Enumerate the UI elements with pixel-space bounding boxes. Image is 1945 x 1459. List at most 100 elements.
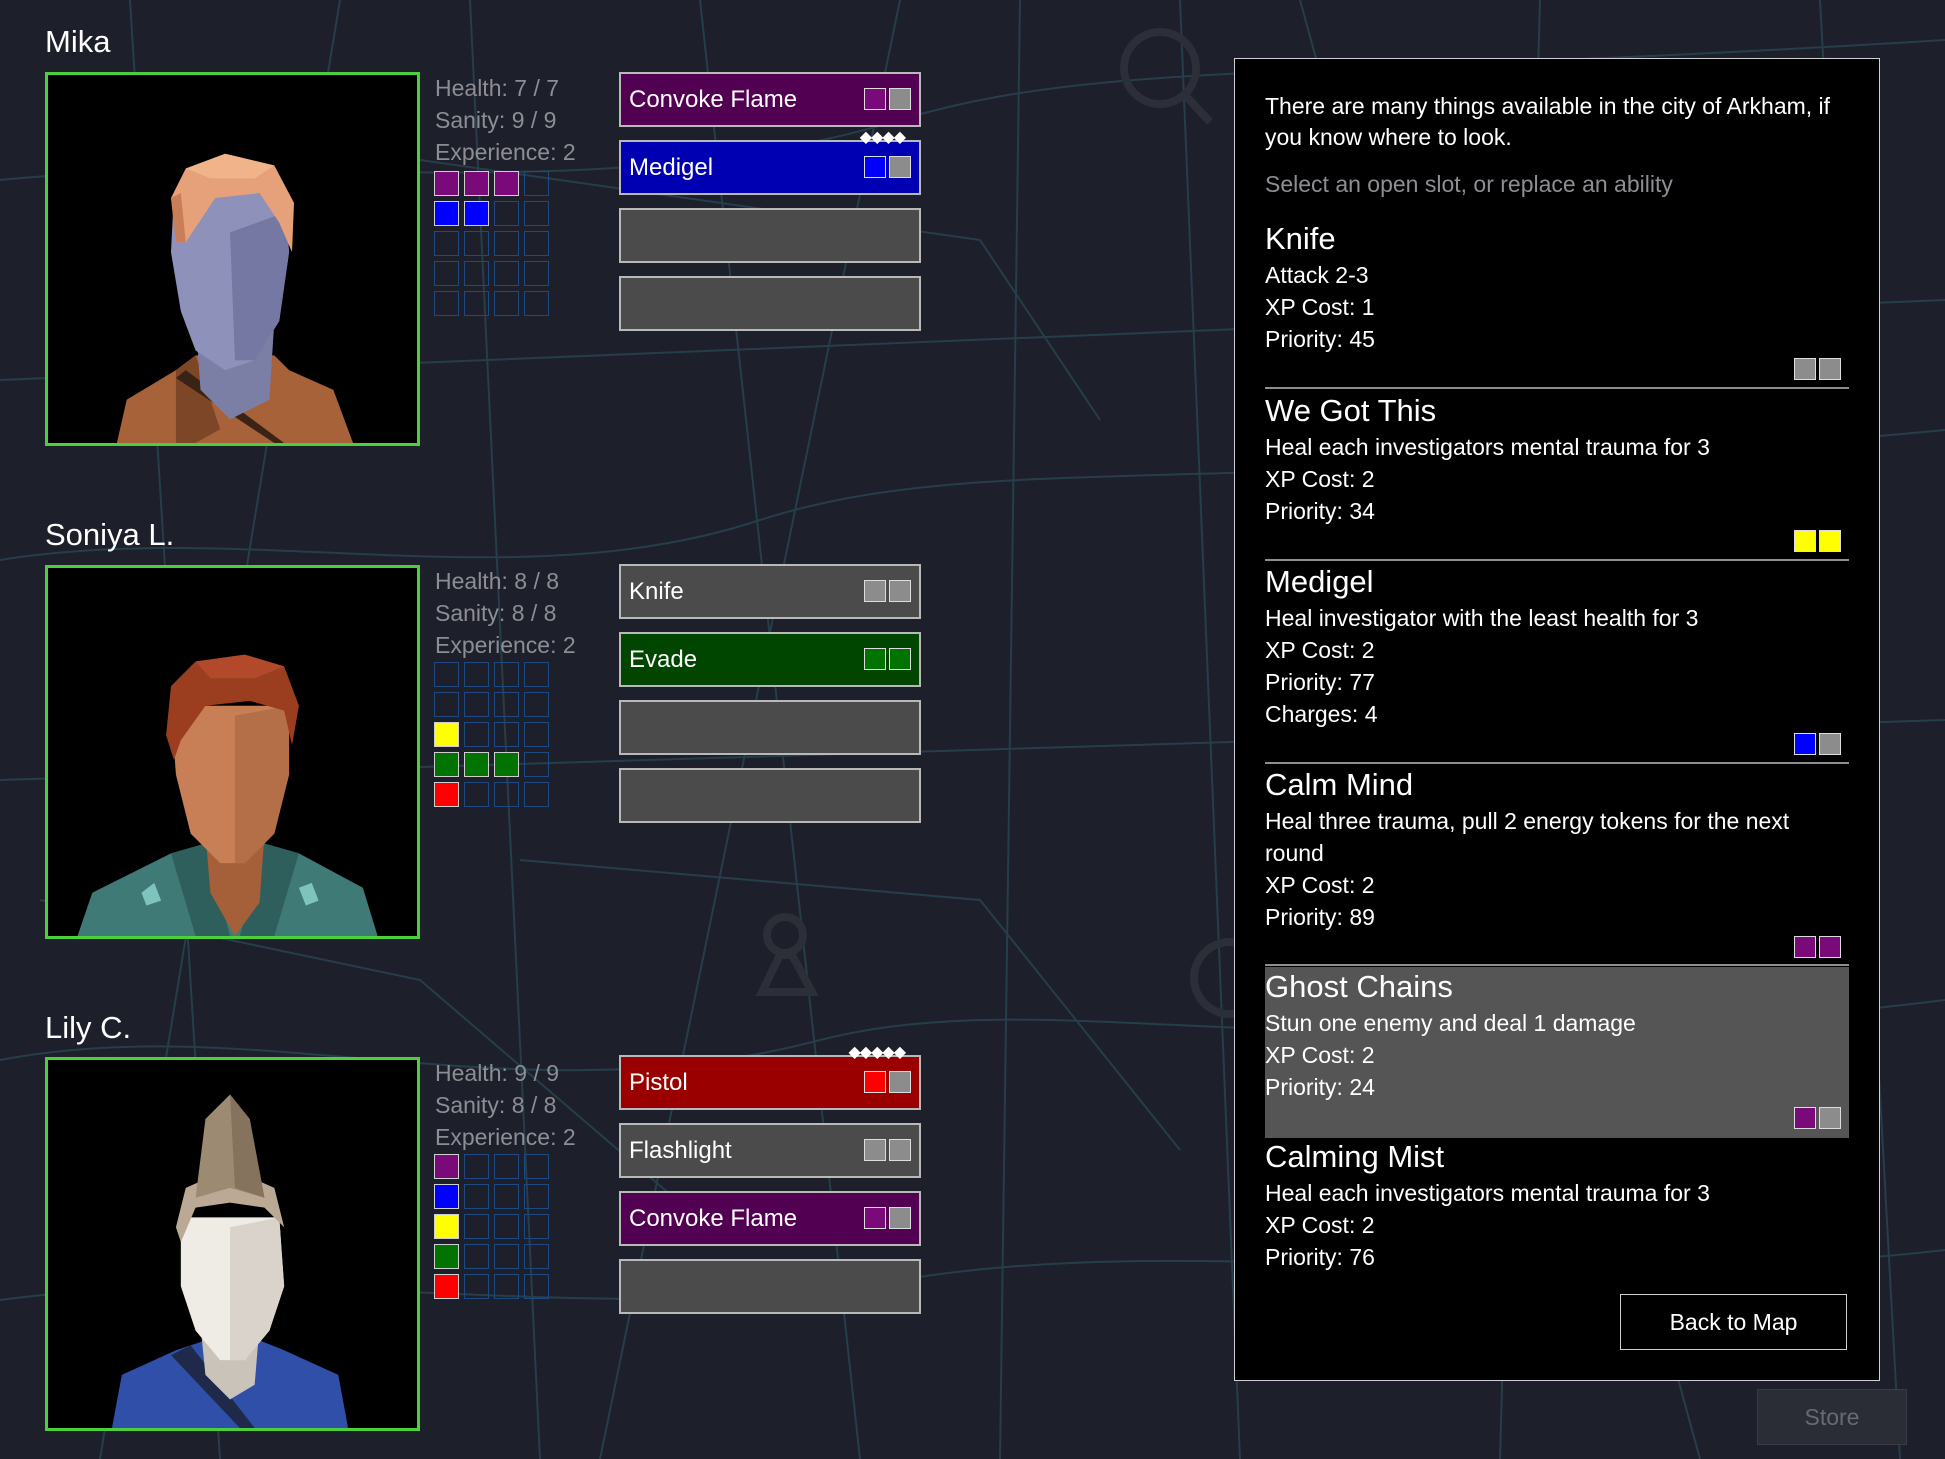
store-offer[interactable]: Calming Mist Heal each investigators ment… [1265,1137,1849,1277]
ability-slot[interactable]: Medigel ◆◆◆◆ [619,130,921,195]
store-offer[interactable]: We Got This Heal each investigators menta… [1265,391,1849,561]
offer-detail: XP Cost: 2 [1265,872,1375,898]
ability-label: Convoke Flame [629,1205,798,1232]
energy-slot-empty [494,722,519,747]
ability-slot-empty[interactable] [619,276,921,331]
investigator-stats: Health: 8 / 8 Sanity: 8 / 8 Experience: … [435,565,576,661]
energy-slot-empty [434,231,459,256]
sanity-stat: Sanity: 8 / 8 [435,600,557,626]
energy-slot-empty [494,782,519,807]
energy-token-grid [434,662,549,807]
offer-detail: Attack 2-3 [1265,262,1369,288]
energy-slot-empty [494,1154,519,1179]
energy-cost [864,1207,911,1229]
store-offer[interactable]: Knife Attack 2-3 XP Cost: 1 Priority: 45 [1265,219,1849,389]
investigator-portrait[interactable] [45,565,420,939]
energy-slot-empty [464,782,489,807]
energy-chip-red [864,1071,886,1093]
offer-title: Calming Mist [1265,1139,1445,1174]
offer-detail: XP Cost: 1 [1265,294,1375,320]
ability-slot[interactable]: Pistol ◆◆◆◆◆ [619,1045,921,1110]
offer-title: Medigel [1265,564,1374,599]
energy-slot-empty [464,662,489,687]
energy-slot-empty [524,261,549,286]
energy-token-blue [434,201,459,226]
energy-chip-purple [1819,936,1841,958]
energy-token-green [434,1244,459,1269]
investigator-stats: Health: 7 / 7 Sanity: 9 / 9 Experience: … [435,72,576,168]
energy-chip-gray [889,1071,911,1093]
ability-slot-empty[interactable] [619,700,921,755]
energy-cost [1794,1107,1841,1129]
store-offer[interactable]: Ghost Chains Stun one enemy and deal 1 da… [1265,967,1849,1138]
ability-slot-empty[interactable] [619,768,921,823]
energy-slot-empty [494,261,519,286]
energy-slot-empty [494,231,519,256]
ability-slot[interactable]: Evade [619,632,921,687]
energy-slot-empty [524,782,549,807]
energy-cost [864,156,911,178]
investigator-portrait[interactable] [45,1057,420,1431]
ability-slot[interactable]: Flashlight [619,1123,921,1178]
energy-slot-empty [494,1274,519,1299]
ability-slot[interactable]: Convoke Flame [619,1191,921,1246]
energy-slot-empty [464,261,489,286]
offer-detail: Heal each investigators mental trauma fo… [1265,1180,1710,1206]
energy-slot-empty [494,662,519,687]
energy-chip-blue [864,156,886,178]
offer-detail: XP Cost: 2 [1265,637,1375,663]
energy-slot-empty [464,1274,489,1299]
experience-stat: Experience: 2 [435,139,576,165]
offer-detail: Priority: 34 [1265,498,1375,524]
energy-slot-empty [524,692,549,717]
energy-chip-gray [1794,358,1816,380]
offer-divider [1265,762,1849,764]
offer-detail: Priority: 89 [1265,904,1375,930]
offer-detail: XP Cost: 2 [1265,466,1375,492]
store-button[interactable]: Store [1757,1389,1907,1445]
offer-title: Knife [1265,221,1336,256]
ability-slot-empty[interactable] [619,1259,921,1314]
ability-slot[interactable]: Knife [619,564,921,619]
energy-cost [1794,530,1841,552]
offer-detail: XP Cost: 2 [1265,1212,1375,1238]
energy-cost [864,88,911,110]
energy-token-green [494,752,519,777]
back-to-map-button[interactable]: Back to Map [1620,1294,1847,1350]
energy-slot-empty [434,261,459,286]
energy-chip-gray [1819,358,1841,380]
offer-divider [1265,964,1849,966]
investigator-portrait[interactable] [45,72,420,446]
energy-slot-empty [524,231,549,256]
energy-slot-empty [464,1244,489,1269]
energy-token-purple [434,171,459,196]
energy-cost [1794,733,1841,755]
energy-chip-purple [864,88,886,110]
offer-title: Ghost Chains [1265,969,1453,1004]
health-stat: Health: 9 / 9 [435,1060,560,1086]
ability-slot[interactable]: Convoke Flame [619,72,921,127]
energy-slot-empty [464,1214,489,1239]
energy-slot-empty [524,291,549,316]
ability-slot-empty[interactable] [619,208,921,263]
energy-slot-empty [524,1184,549,1209]
offer-detail: Priority: 45 [1265,326,1375,352]
store-offer[interactable]: Calm Mind Heal three trauma, pull 2 energ… [1265,765,1849,966]
offer-title: We Got This [1265,393,1437,428]
energy-slot-empty [434,662,459,687]
energy-token-yellow [434,722,459,747]
energy-chip-green [889,648,911,670]
investigator-name: Soniya L. [45,517,175,552]
energy-chip-yellow [1819,530,1841,552]
offer-detail: Priority: 24 [1265,1074,1375,1100]
energy-slot-empty [464,291,489,316]
investigator-name: Mika [45,24,111,59]
energy-slot-empty [464,692,489,717]
ability-label: Convoke Flame [629,86,798,113]
energy-slot-empty [464,1154,489,1179]
energy-chip-gray [889,1207,911,1229]
store-offer[interactable]: Medigel Heal investigator with the least … [1265,562,1849,764]
energy-cost [864,580,911,602]
health-stat: Health: 8 / 8 [435,568,560,594]
energy-chip-gray [889,88,911,110]
